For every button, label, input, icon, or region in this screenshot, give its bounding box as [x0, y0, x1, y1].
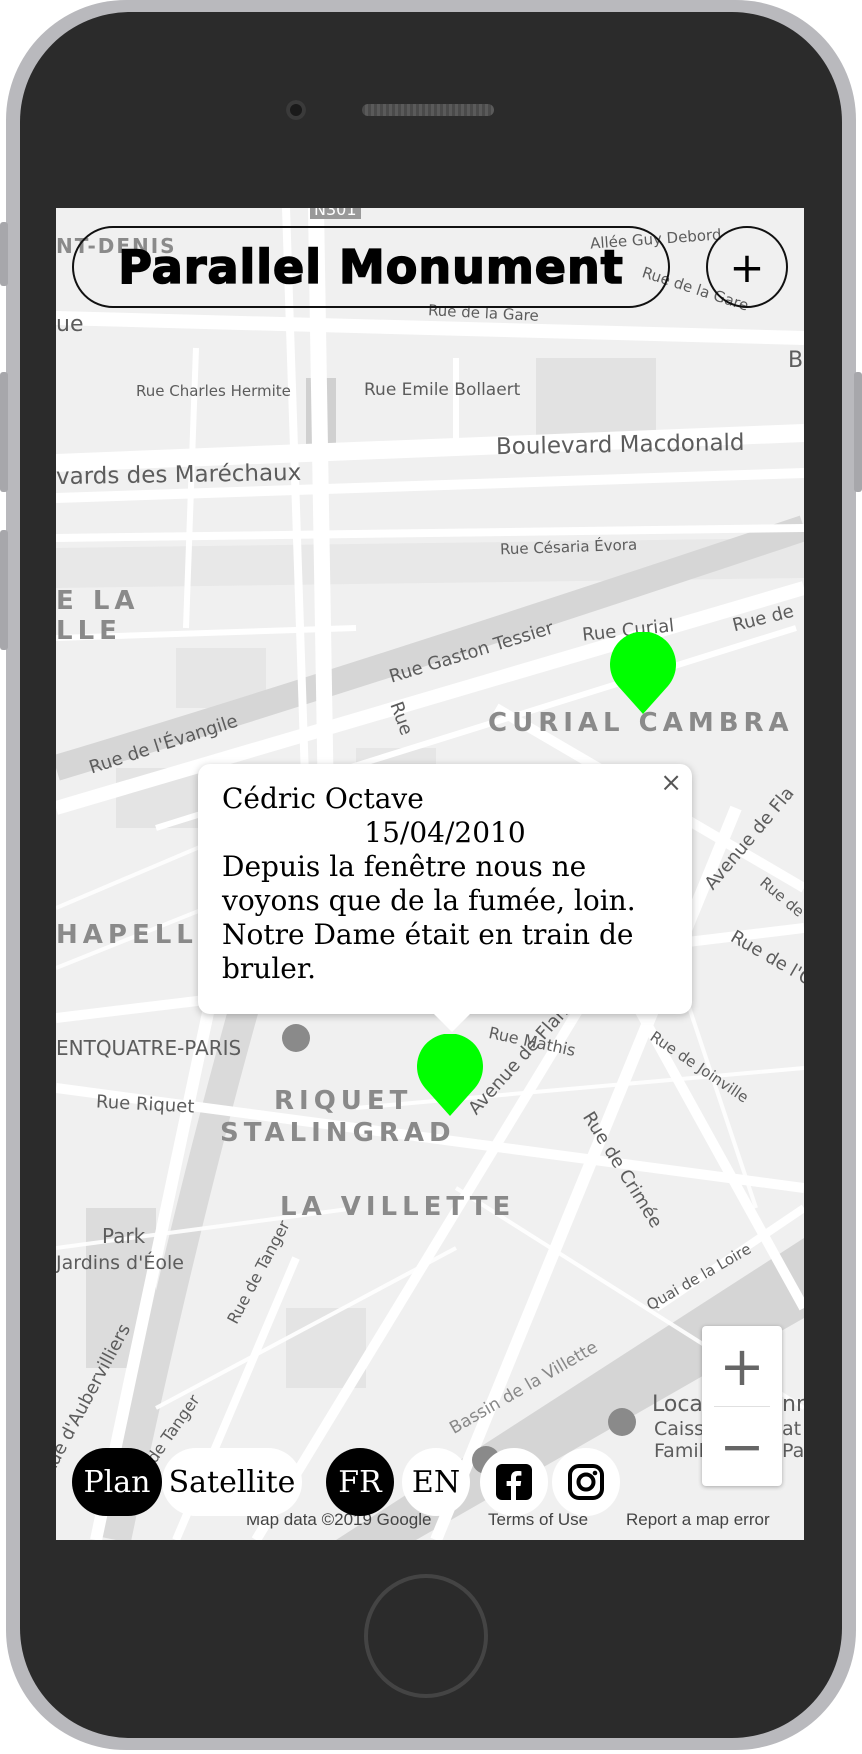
- map-label-district: RIQUET: [274, 1086, 413, 1116]
- info-window-tail: [434, 1014, 470, 1032]
- info-date: 15/04/2010: [364, 816, 526, 849]
- phone-side-button: [0, 530, 8, 650]
- map-label-district: LLE: [56, 616, 122, 646]
- facebook-icon[interactable]: [480, 1448, 548, 1516]
- camera-icon: [286, 100, 306, 120]
- zoom-out-button[interactable]: −: [702, 1406, 782, 1486]
- map-label-street: B: [788, 348, 804, 373]
- map-label-street: Rue Emile Bollaert: [364, 380, 521, 400]
- map-marker[interactable]: [608, 632, 678, 716]
- map-label-poi: Park: [102, 1224, 146, 1248]
- language-en-button[interactable]: EN: [402, 1448, 470, 1516]
- map-label-street: Rue Charles Hermite: [136, 382, 291, 400]
- info-window: × Cédric Octave 15/04/2010 Depuis la fen…: [198, 764, 692, 1032]
- map-label-street: vards des Maréchaux: [56, 459, 302, 491]
- info-author: Cédric Octave: [222, 782, 424, 815]
- add-button[interactable]: +: [706, 226, 788, 308]
- plan-button[interactable]: Plan: [72, 1448, 162, 1516]
- app-screen: N301 Allée Guy Debord Rue de la Gare Rue…: [56, 208, 804, 1540]
- map-label-street: ue: [56, 312, 84, 337]
- map-label-poi: Famili: [654, 1440, 710, 1462]
- map-label-poi: Pa: [782, 1440, 804, 1462]
- map-label-district: LA VILLETTE: [280, 1192, 516, 1222]
- language-fr-button[interactable]: FR: [326, 1448, 394, 1516]
- map-label-poi: nn: [782, 1392, 804, 1417]
- map-label-poi: Loca: [652, 1392, 703, 1417]
- map-label-poi: ENTQUATRE-PARIS: [56, 1036, 242, 1060]
- map-label-district: HAPELL: [56, 920, 198, 950]
- map-label-street: Boulevard Macdonald: [495, 429, 745, 461]
- map-label-poi: at: [782, 1418, 802, 1440]
- zoom-control: + −: [702, 1326, 782, 1486]
- instagram-icon[interactable]: [552, 1448, 620, 1516]
- phone-side-button: [854, 372, 862, 492]
- close-icon[interactable]: ×: [660, 768, 682, 798]
- app-title-pill[interactable]: Parallel Monument: [72, 226, 670, 308]
- report-map-error-link[interactable]: Report a map error: [626, 1510, 770, 1530]
- zoom-in-button[interactable]: +: [702, 1326, 782, 1406]
- info-text: Depuis la fenêtre nous ne voyons que de …: [222, 850, 636, 985]
- map-label-road: N301: [310, 208, 361, 219]
- map-marker[interactable]: [415, 1034, 485, 1118]
- phone-side-button: [0, 222, 8, 286]
- speaker-grille: [362, 104, 494, 116]
- map-label-poi: Jardins d'Éole: [56, 1252, 184, 1274]
- home-button[interactable]: [364, 1574, 488, 1698]
- map-label-district: STALINGRAD: [220, 1118, 456, 1148]
- phone-side-button: [0, 372, 8, 492]
- map-label-district: E LA: [56, 586, 140, 616]
- satellite-button[interactable]: Satellite: [162, 1448, 302, 1516]
- app-title: Parallel Monument: [117, 239, 624, 295]
